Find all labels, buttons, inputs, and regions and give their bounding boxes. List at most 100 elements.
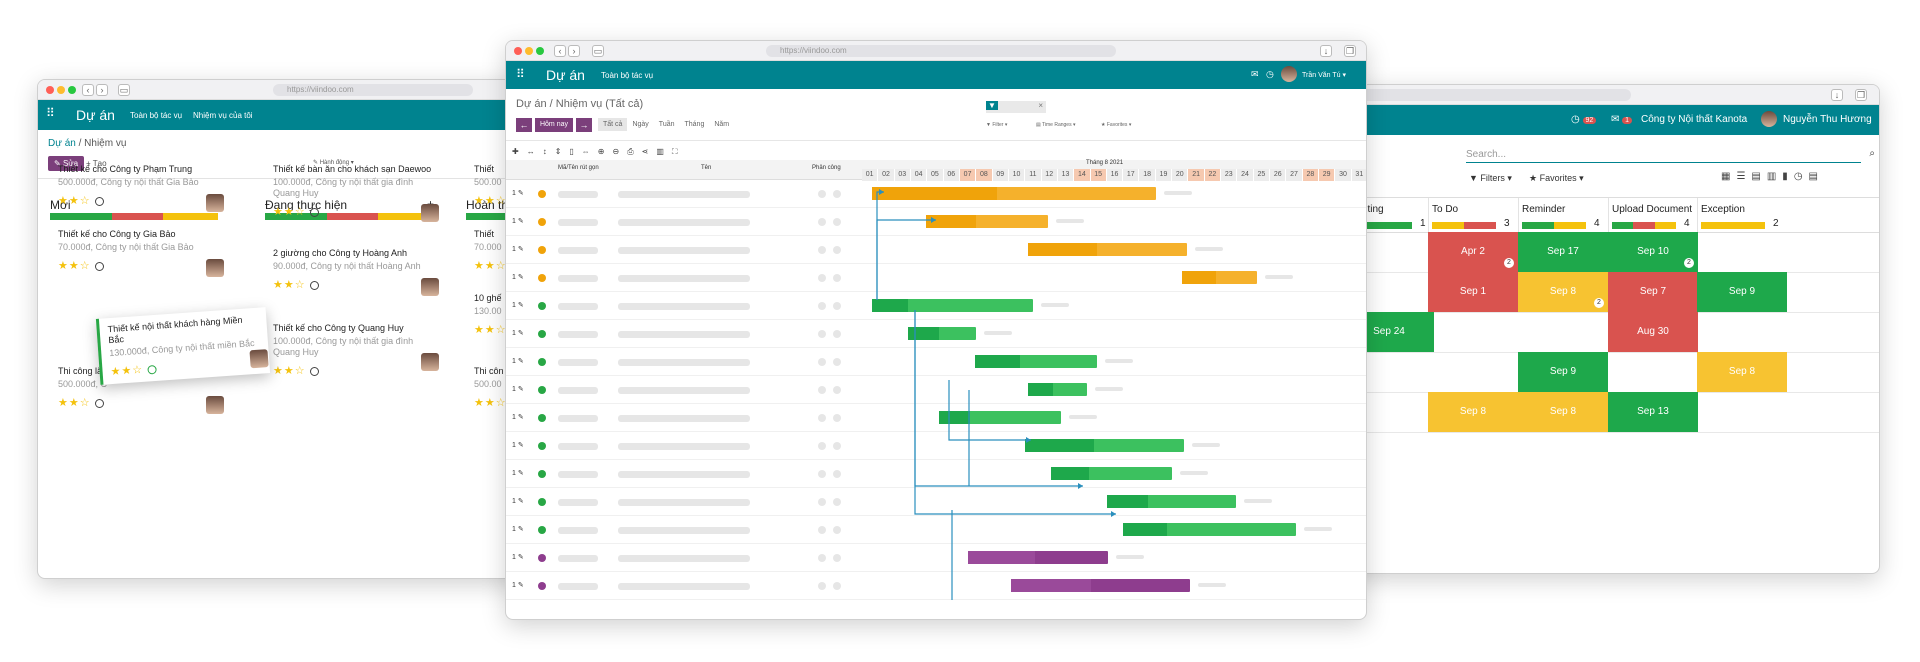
column-progress-bar[interactable] bbox=[50, 213, 218, 220]
activity-clock-icon[interactable] bbox=[94, 196, 104, 206]
apps-icon[interactable]: ⠿ bbox=[516, 67, 525, 81]
address-bar[interactable]: https://viindoo.com bbox=[273, 84, 473, 96]
priority-stars[interactable]: ★★☆ bbox=[273, 278, 433, 291]
activity-type-header[interactable]: Exception bbox=[1701, 204, 1745, 215]
activity-progress-bar[interactable] bbox=[1432, 222, 1496, 229]
time-ranges-menu[interactable]: ▤ Time Ranges ▾ bbox=[1036, 122, 1076, 128]
address-bar[interactable]: https://viindoo.com bbox=[766, 45, 1116, 57]
priority-stars[interactable]: ★★☆ bbox=[58, 259, 218, 272]
scale-month[interactable]: Tháng bbox=[680, 118, 710, 131]
activity-cell[interactable]: Sep 8 bbox=[1518, 392, 1608, 432]
download-icon[interactable]: ↓ bbox=[1831, 89, 1843, 101]
scale-week[interactable]: Tuần bbox=[654, 118, 680, 131]
app-title[interactable]: Dự án bbox=[76, 107, 115, 123]
scale-all[interactable]: Tất cả bbox=[598, 118, 628, 131]
kanban-card[interactable]: Thiết kế cho Công ty Gia Bảo 70.000đ, Côn… bbox=[58, 229, 224, 277]
activity-cell[interactable]: Sep 82 bbox=[1518, 272, 1608, 312]
clock-icon[interactable]: ◷ bbox=[1266, 69, 1274, 80]
activity-cell[interactable]: Sep 8 bbox=[1428, 392, 1518, 432]
minimize-dot[interactable] bbox=[525, 47, 533, 55]
activity-progress-bar[interactable] bbox=[1701, 222, 1765, 229]
gantt-toolbar[interactable]: ✚↔↕⇕▯⇔⊕⊖⎙⋖▥⛶ bbox=[512, 147, 685, 157]
priority-stars[interactable]: ★★☆ bbox=[273, 364, 433, 377]
user-menu[interactable]: Nguyễn Thu Hương bbox=[1783, 114, 1872, 125]
scale-year[interactable]: Năm bbox=[709, 118, 734, 131]
dependency-arrowhead bbox=[931, 217, 936, 223]
sidebar-icon[interactable]: ▭ bbox=[592, 45, 604, 57]
favorites-menu[interactable]: ★ Favorites ▾ bbox=[1101, 122, 1131, 128]
activity-count: 4 bbox=[1684, 218, 1690, 229]
activity-progress-bar[interactable] bbox=[1612, 222, 1676, 229]
today-button[interactable]: Hôm nay bbox=[535, 118, 573, 132]
back-icon[interactable]: ‹ bbox=[554, 45, 566, 57]
activity-type-header[interactable]: To Do bbox=[1432, 204, 1458, 215]
activity-type-header[interactable]: Reminder bbox=[1522, 204, 1565, 215]
back-icon[interactable]: ‹ bbox=[82, 84, 94, 96]
activity-cell[interactable]: Aug 30 bbox=[1608, 312, 1698, 352]
activity-type-header[interactable]: Upload Document bbox=[1612, 204, 1692, 215]
activity-cell[interactable]: Sep 17 bbox=[1518, 232, 1608, 272]
tabs-icon[interactable]: ❐ bbox=[1855, 89, 1867, 101]
maximize-dot[interactable] bbox=[536, 47, 544, 55]
activity-clock-icon[interactable] bbox=[309, 207, 319, 217]
search-icon[interactable]: ⌕ bbox=[1869, 148, 1875, 159]
menu-all-tasks[interactable]: Toàn bộ tác vụ bbox=[601, 71, 653, 80]
user-menu[interactable]: Trần Văn Tú ▾ bbox=[1302, 71, 1346, 79]
kanban-card[interactable]: Thiết kế bàn ăn cho khách sạn Daewoo 100.… bbox=[273, 164, 439, 222]
minimize-dot[interactable] bbox=[57, 86, 65, 94]
activity-cell[interactable]: Sep 8 bbox=[1697, 352, 1787, 392]
close-dot[interactable] bbox=[514, 47, 522, 55]
remove-facet-icon[interactable]: × bbox=[1038, 101, 1043, 110]
close-dot[interactable] bbox=[46, 86, 54, 94]
sidebar-icon[interactable]: ▭ bbox=[118, 84, 130, 96]
column-divider bbox=[1428, 198, 1429, 232]
priority-stars[interactable]: ★★☆ bbox=[273, 205, 433, 218]
search-facet[interactable]: ▼ × bbox=[986, 101, 1046, 113]
activity-cell[interactable]: Sep 7 bbox=[1608, 272, 1698, 312]
search-input[interactable]: Search... ⌕ bbox=[1466, 148, 1875, 163]
menu-all-tasks[interactable]: Toàn bộ tác vụ bbox=[130, 111, 182, 120]
activity-cell[interactable]: Sep 9 bbox=[1697, 272, 1787, 312]
activity-clock-icon[interactable] bbox=[146, 364, 157, 375]
next-button[interactable]: → bbox=[576, 118, 592, 132]
activity-clock-icon[interactable] bbox=[309, 280, 319, 290]
chat-icon[interactable]: ✉ bbox=[1251, 69, 1259, 80]
app-title[interactable]: Dự án bbox=[546, 67, 585, 83]
activity-cell[interactable]: Sep 13 bbox=[1608, 392, 1698, 432]
activity-clock-icon[interactable] bbox=[94, 398, 104, 408]
kanban-card[interactable]: Thiết kế cho Công ty Phạm Trung 500.000đ,… bbox=[58, 164, 224, 212]
priority-stars[interactable]: ★★☆ bbox=[110, 355, 262, 378]
download-icon[interactable]: ↓ bbox=[1320, 45, 1332, 57]
dragged-kanban-card[interactable]: Thiết kế nội thất khách hàng Miền Bắc 130… bbox=[95, 307, 271, 385]
activity-icon[interactable]: ◷ 92 bbox=[1571, 114, 1597, 125]
activity-progress-bar[interactable] bbox=[1522, 222, 1586, 229]
apps-icon[interactable]: ⠿ bbox=[46, 106, 55, 120]
favorites-button[interactable]: ★ Favorites ▾ bbox=[1529, 173, 1584, 184]
activity-clock-icon[interactable] bbox=[94, 261, 104, 271]
activity-cell[interactable]: Sep 9 bbox=[1518, 352, 1608, 392]
address-bar[interactable] bbox=[1331, 89, 1631, 101]
kanban-card[interactable]: Thiết kế cho Công ty Quang Huy 100.000đ, … bbox=[273, 323, 439, 377]
message-icon[interactable]: ✉ 1 bbox=[1611, 114, 1633, 125]
forward-icon[interactable]: › bbox=[96, 84, 108, 96]
filters-button[interactable]: ▼ Filters ▾ bbox=[1469, 173, 1512, 184]
tabs-icon[interactable]: ❐ bbox=[1344, 45, 1356, 57]
filter-menu[interactable]: ▼ Filter ▾ bbox=[986, 122, 1007, 128]
maximize-dot[interactable] bbox=[68, 86, 76, 94]
assignee-avatar bbox=[206, 194, 224, 212]
priority-stars[interactable]: ★★☆ bbox=[58, 194, 218, 207]
priority-stars[interactable]: ★★☆ bbox=[58, 396, 218, 409]
activity-cell[interactable]: Sep 10 2 bbox=[1608, 232, 1698, 272]
kanban-card[interactable]: 2 giường cho Công ty Hoàng Anh 90.000đ, C… bbox=[273, 248, 439, 296]
breadcrumb-root[interactable]: Dự án bbox=[516, 98, 547, 110]
prev-button[interactable]: ← bbox=[516, 118, 532, 132]
activity-clock-icon[interactable] bbox=[309, 366, 319, 376]
company-switcher[interactable]: Công ty Nội thất Kanota bbox=[1641, 114, 1747, 125]
view-switcher[interactable]: ▦☰▤▥▮◷▤ bbox=[1721, 171, 1824, 182]
activity-cell[interactable]: Apr 22 bbox=[1428, 232, 1518, 272]
breadcrumb-root[interactable]: Dự án bbox=[48, 138, 76, 149]
menu-my-tasks[interactable]: Nhiệm vụ của tôi bbox=[193, 111, 253, 120]
scale-day[interactable]: Ngày bbox=[627, 118, 653, 131]
forward-icon[interactable]: › bbox=[568, 45, 580, 57]
activity-cell[interactable]: Sep 1 bbox=[1428, 272, 1518, 312]
